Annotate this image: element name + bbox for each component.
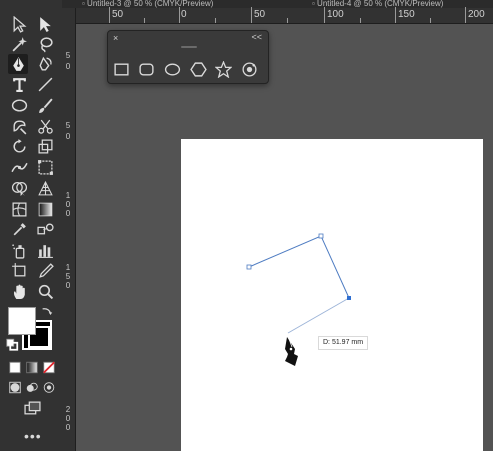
swap-fill-stroke-icon[interactable] [40,304,54,318]
width-tool-icon[interactable] [9,157,29,177]
draw-behind-icon[interactable] [25,380,39,394]
selection-tool-icon[interactable] [9,14,29,34]
scissors-tool-icon[interactable] [35,116,55,136]
panel-collapse-button[interactable]: << [251,32,262,42]
screen-mode-icon[interactable] [22,400,42,416]
ellipse-tool-icon[interactable] [162,59,182,79]
vertical-ruler: 5 0 5 0 1 0 0 1 5 0 2 0 0 [62,8,76,451]
line-segment-tool-icon[interactable] [35,74,55,94]
curvature-tool-icon[interactable] [35,54,55,74]
none-fill-icon[interactable] [42,360,56,374]
free-transform-tool-icon[interactable] [35,157,55,177]
ruler-label: 1 [65,191,71,200]
ruler-label: 5 [65,121,71,130]
ruler-label: 0 [65,200,71,209]
rounded-rectangle-tool-icon[interactable] [136,59,156,79]
gradient-fill-icon[interactable] [25,360,39,374]
ruler-label: 0 [65,423,71,432]
default-fill-stroke-icon[interactable] [5,337,19,351]
slice-tool-icon[interactable] [35,260,55,280]
gradient-tool-icon[interactable] [35,199,55,219]
shaper-tool-icon[interactable] [9,116,29,136]
ruler-label: 100 [327,9,344,20]
ruler-label: 200 [468,9,485,20]
ruler-label: 5 [65,51,71,60]
tools-panel: ••• [0,0,62,451]
direct-selection-tool-icon[interactable] [35,14,55,34]
edit-toolbar-button[interactable]: ••• [24,428,42,444]
column-graph-tool-icon[interactable] [35,240,55,260]
hand-tool-icon[interactable] [9,281,29,301]
scale-tool-icon[interactable] [35,136,55,156]
artboard[interactable] [181,139,483,451]
flare-tool-icon[interactable] [239,59,259,79]
ruler-label: 0 [65,209,71,218]
star-tool-icon[interactable] [213,59,233,79]
zoom-tool-icon[interactable] [35,281,55,301]
artboard-tool-icon[interactable] [9,260,29,280]
ruler-label: 50 [254,9,266,20]
panel-close-button[interactable]: × [113,33,118,43]
ellipse-tool-icon[interactable] [9,95,29,115]
perspective-grid-tool-icon[interactable] [35,178,55,198]
blend-tool-icon[interactable] [35,219,55,239]
eyedropper-tool-icon[interactable] [9,219,29,239]
document-tab-bar: ▫ Untitled-3 @ 50 % (CMYK/Preview) ▫ Unt… [62,0,493,8]
draw-inside-icon[interactable] [42,380,56,394]
ruler-label: 2 [65,405,71,414]
rectangle-tool-icon[interactable] [111,59,131,79]
lasso-tool-icon[interactable] [35,34,55,54]
ruler-label: 150 [398,9,415,20]
ruler-label: 0 [65,414,71,423]
fill-color-swatch[interactable] [8,307,36,335]
shape-builder-tool-icon[interactable] [9,178,29,198]
horizontal-ruler: 50 0 50 100 150 200 [76,7,493,24]
ruler-label: 50 [112,9,124,20]
ruler-label: 1 [65,263,71,272]
draw-normal-icon[interactable] [8,380,22,394]
paintbrush-tool-icon[interactable] [35,95,55,115]
ruler-label: 0 [65,62,71,71]
document-tab[interactable]: ▫ Untitled-3 @ 50 % (CMYK/Preview) [82,0,213,8]
shape-tools-panel: × << [107,30,269,84]
ruler-label: 0 [65,281,71,290]
polygon-tool-icon[interactable] [188,59,208,79]
magic-wand-tool-icon[interactable] [9,34,29,54]
ruler-label: 0 [181,9,187,20]
type-tool-icon[interactable] [9,74,29,94]
document-tab[interactable]: ▫ Untitled-4 @ 50 % (CMYK/Preview) [312,0,443,8]
rotate-tool-icon[interactable] [9,136,29,156]
color-icon[interactable] [8,360,22,374]
distance-tooltip: D: 51.97 mm [318,336,369,350]
mesh-tool-icon[interactable] [9,199,29,219]
ruler-label: 5 [65,272,71,281]
panel-grip[interactable] [181,46,197,48]
symbol-sprayer-tool-icon[interactable] [9,240,29,260]
pen-tool-icon[interactable] [8,54,28,74]
ruler-label: 0 [65,132,71,141]
